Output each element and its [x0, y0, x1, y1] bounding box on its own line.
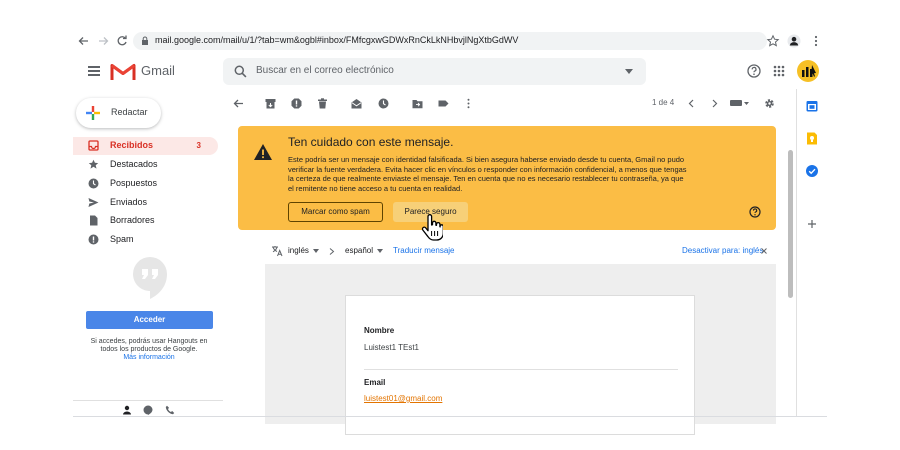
apps-grid-icon[interactable] [773, 65, 785, 77]
target-language-select[interactable]: español [345, 246, 373, 255]
sidebar-item-label: Borradores [110, 215, 155, 225]
hangouts-icon [133, 257, 167, 299]
browser-toolbar: mail.google.com/mail/u/1/?tab=wm&ogbl#in… [73, 30, 827, 52]
reload-icon[interactable] [115, 34, 129, 48]
browser-menu-icon[interactable] [809, 34, 823, 48]
warning-triangle-icon [254, 144, 272, 160]
forward-arrow-icon[interactable] [96, 34, 110, 48]
settings-gear-icon[interactable] [764, 98, 775, 109]
sidebar-item-sent[interactable]: Enviados [73, 194, 223, 212]
warning-help-icon[interactable] [749, 206, 761, 218]
label-tag-icon[interactable] [438, 98, 449, 109]
help-support-icon[interactable] [747, 64, 761, 78]
message-page-count: 1 de 4 [652, 98, 675, 107]
chevron-down-icon [377, 249, 383, 253]
back-arrow-icon[interactable] [77, 34, 91, 48]
bottom-divider [73, 416, 827, 417]
older-message-chevron-icon[interactable] [709, 98, 720, 109]
more-options-icon[interactable] [463, 98, 474, 109]
side-panel [796, 89, 827, 416]
url-text: mail.google.com/mail/u/1/?tab=wm&ogbl#in… [155, 35, 519, 45]
report-icon [88, 234, 99, 245]
address-bar[interactable]: mail.google.com/mail/u/1/?tab=wm&ogbl#in… [133, 32, 767, 50]
chevron-down-icon [313, 249, 319, 253]
lock-icon [142, 36, 148, 45]
message-body-area: Nombre Luistest1 TEst1 Email luistest01@… [265, 264, 776, 435]
sidebar-item-drafts[interactable]: Borradores [73, 212, 223, 230]
name-field-value: Luistest1 TEst1 [364, 343, 419, 352]
warning-message: Este podría ser un mensaje con identidad… [288, 155, 687, 193]
name-field-label: Nombre [364, 326, 395, 335]
sidebar-item-inbox[interactable]: Recibidos 3 [73, 137, 218, 155]
phone-icon[interactable] [165, 405, 175, 415]
hangouts-sign-in-button[interactable]: Acceder [86, 311, 213, 329]
arrow-right-icon [329, 248, 335, 255]
hand-pointer-cursor-icon [421, 214, 443, 241]
sidebar-item-label: Destacados [110, 159, 158, 169]
sidebar-item-label: Pospuestos [110, 178, 158, 188]
sidebar-item-label: Enviados [110, 197, 148, 207]
archive-icon[interactable] [265, 98, 276, 109]
disable-translation-link[interactable]: Desactivar para: inglés [682, 246, 763, 255]
account-avatar-icon[interactable] [797, 60, 819, 82]
hangouts-chat-icon[interactable] [143, 405, 153, 415]
newer-message-chevron-icon[interactable] [686, 98, 697, 109]
main-menu-icon[interactable] [88, 66, 100, 76]
compose-label: Redactar [111, 107, 148, 117]
warning-title: Ten cuidado con este mensaje. [288, 135, 454, 149]
scrollbar-thumb[interactable] [788, 150, 793, 298]
mark-as-spam-button[interactable]: Marcar como spam [288, 202, 383, 222]
translate-message-link[interactable]: Traducir mensaje [393, 246, 455, 255]
source-language-select[interactable]: inglés [288, 246, 309, 255]
report-spam-icon[interactable] [291, 98, 302, 109]
move-to-folder-icon[interactable] [412, 98, 423, 109]
search-bar[interactable]: Buscar en el correo electrónico [223, 58, 646, 85]
compose-plus-icon [86, 106, 100, 120]
calendar-icon[interactable] [806, 100, 818, 112]
translate-bar: inglés español Traducir mensaje Desactiv… [266, 243, 776, 259]
gmail-logo-icon [110, 64, 136, 80]
sidebar-item-label: Recibidos [110, 140, 154, 150]
field-divider [364, 369, 678, 370]
profile-avatar-icon[interactable] [787, 34, 801, 48]
close-icon[interactable] [761, 248, 767, 254]
search-icon[interactable] [234, 65, 247, 78]
compose-button[interactable]: Redactar [76, 98, 161, 128]
contacts-person-icon[interactable] [122, 405, 132, 415]
sidebar-item-snoozed[interactable]: Pospuestos [73, 175, 223, 193]
message-content-card: Nombre Luistest1 TEst1 Email luistest01@… [345, 295, 695, 435]
spoof-warning-banner: Ten cuidado con este mensaje. Este podrí… [238, 126, 776, 230]
email-value-link[interactable]: luistest01@gmail.com [364, 394, 442, 403]
unread-count-badge: 3 [196, 141, 201, 150]
mark-unread-icon[interactable] [351, 98, 362, 109]
bookmark-star-icon[interactable] [766, 34, 780, 48]
sidebar-item-label: Spam [110, 234, 134, 244]
add-addon-plus-icon[interactable] [807, 219, 817, 229]
snooze-clock-icon[interactable] [378, 98, 389, 109]
search-options-caret-icon[interactable] [625, 69, 633, 74]
delete-trash-icon[interactable] [317, 98, 328, 109]
clock-icon [88, 178, 99, 189]
star-icon [88, 159, 99, 169]
gmail-brand-text: Gmail [141, 63, 175, 78]
keep-notes-icon[interactable] [806, 132, 818, 145]
input-tools-keyboard-icon[interactable] [730, 99, 750, 108]
hangouts-hint-line: Si accedes, podrás usar Hangouts en [90, 338, 208, 345]
draft-icon [90, 215, 98, 226]
hangouts-hint-line: todos los productos de Google. [100, 346, 198, 353]
search-input[interactable]: Buscar en el correo electrónico [256, 65, 394, 76]
more-info-link[interactable]: Más información [76, 354, 222, 361]
inbox-icon [88, 140, 99, 151]
translate-icon [272, 246, 283, 257]
send-icon [88, 198, 99, 207]
sidebar-item-spam[interactable]: Spam [73, 231, 223, 249]
tasks-icon[interactable] [806, 165, 818, 177]
back-to-inbox-icon[interactable] [233, 98, 244, 109]
email-field-label: Email [364, 378, 386, 387]
sidebar-item-starred[interactable]: Destacados [73, 156, 223, 174]
